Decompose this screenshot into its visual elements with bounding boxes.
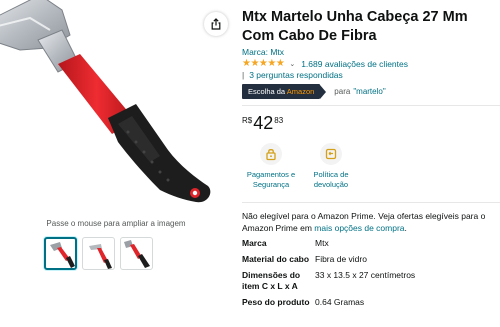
share-icon (211, 18, 221, 30)
hammer-image (0, 0, 211, 203)
badge-prefix: Escolha da (248, 87, 287, 96)
questions-row: | 3 perguntas respondidas (242, 70, 343, 80)
thumbnail-strip (44, 237, 153, 270)
divider (242, 202, 500, 203)
lock-icon (260, 143, 282, 165)
thumbnail-3[interactable] (120, 237, 153, 270)
amazon-choice-row: Escolha da Amazon para "martelo" (242, 84, 386, 99)
chevron-down-icon[interactable]: ⌄ (289, 60, 295, 68)
product-title: Mtx Martelo Unha Cabeça 27 Mm Com Cabo D… (242, 9, 468, 44)
rating-row: ★★★★★ ⌄ 1.689 avaliações de clientes (242, 58, 408, 69)
answered-questions-link[interactable]: 3 perguntas respondidas (249, 70, 343, 80)
spec-value: Fibra de vidro (315, 254, 367, 264)
table-row: Material do cabo Fibra de vidro (242, 254, 500, 265)
amazon-choice-badge[interactable]: Escolha da Amazon (242, 84, 321, 99)
price: R$ 42 83 (242, 114, 283, 132)
feature-payment-security[interactable]: Pagamentos e Segurança (242, 143, 300, 190)
spec-key: Marca (242, 238, 267, 248)
return-icon (320, 143, 342, 165)
spec-value: 33 x 13.5 x 27 centímetros (315, 270, 416, 280)
star-rating-icon[interactable]: ★★★★★ (242, 58, 285, 69)
spec-key: Dimensões do item C x L x A (242, 270, 301, 291)
table-row: Peso do produto 0.64 Gramas (242, 297, 500, 308)
table-row: Dimensões do item C x L x A 33 x 13.5 x … (242, 270, 500, 292)
product-main-image[interactable] (0, 0, 232, 210)
table-row: Marca Mtx (242, 238, 500, 249)
thumbnail-hammer-image (89, 244, 112, 269)
product-specs-table: Marca Mtx Material do cabo Fibra de vidr… (242, 238, 500, 313)
thumbnail-hammer-image (124, 240, 150, 268)
price-whole: 42 (253, 113, 274, 133)
zoom-hint: Passe o mouse para ampliar a imagem (46, 219, 186, 228)
prime-notice-end: . (404, 223, 407, 233)
thumbnail-2[interactable] (82, 237, 115, 270)
price-cents: 83 (274, 116, 284, 125)
share-button[interactable] (204, 12, 228, 36)
brand-link[interactable]: Marca: Mtx (242, 47, 284, 57)
spec-value: 0.64 Gramas (315, 297, 365, 307)
choice-for-label: para (334, 87, 351, 96)
thumbnail-hammer-image (50, 242, 75, 268)
more-buying-options-link[interactable]: mais opções de compra (314, 223, 404, 233)
thumbnail-1[interactable] (44, 237, 77, 270)
ratings-count-link[interactable]: 1.689 avaliações de clientes (301, 59, 408, 69)
spec-key: Peso do produto (242, 297, 310, 307)
feature-icons: Pagamentos e Segurança Política de devol… (242, 143, 362, 190)
badge-tail (320, 84, 327, 99)
feature-return-policy[interactable]: Política de devolução (302, 143, 360, 190)
feature-payment-label: Pagamentos e Segurança (246, 170, 296, 189)
price-currency: R$ (242, 116, 253, 125)
feature-return-label: Política de devolução (313, 170, 349, 189)
prime-notice: Não elegível para o Amazon Prime. Veja o… (242, 210, 500, 234)
divider-bar: | (242, 70, 245, 80)
spec-value: Mtx (315, 238, 329, 248)
divider (242, 105, 500, 106)
choice-keyword-link[interactable]: "martelo" (353, 87, 385, 96)
spec-key: Material do cabo (242, 254, 310, 264)
badge-brand: Amazon (286, 87, 315, 96)
